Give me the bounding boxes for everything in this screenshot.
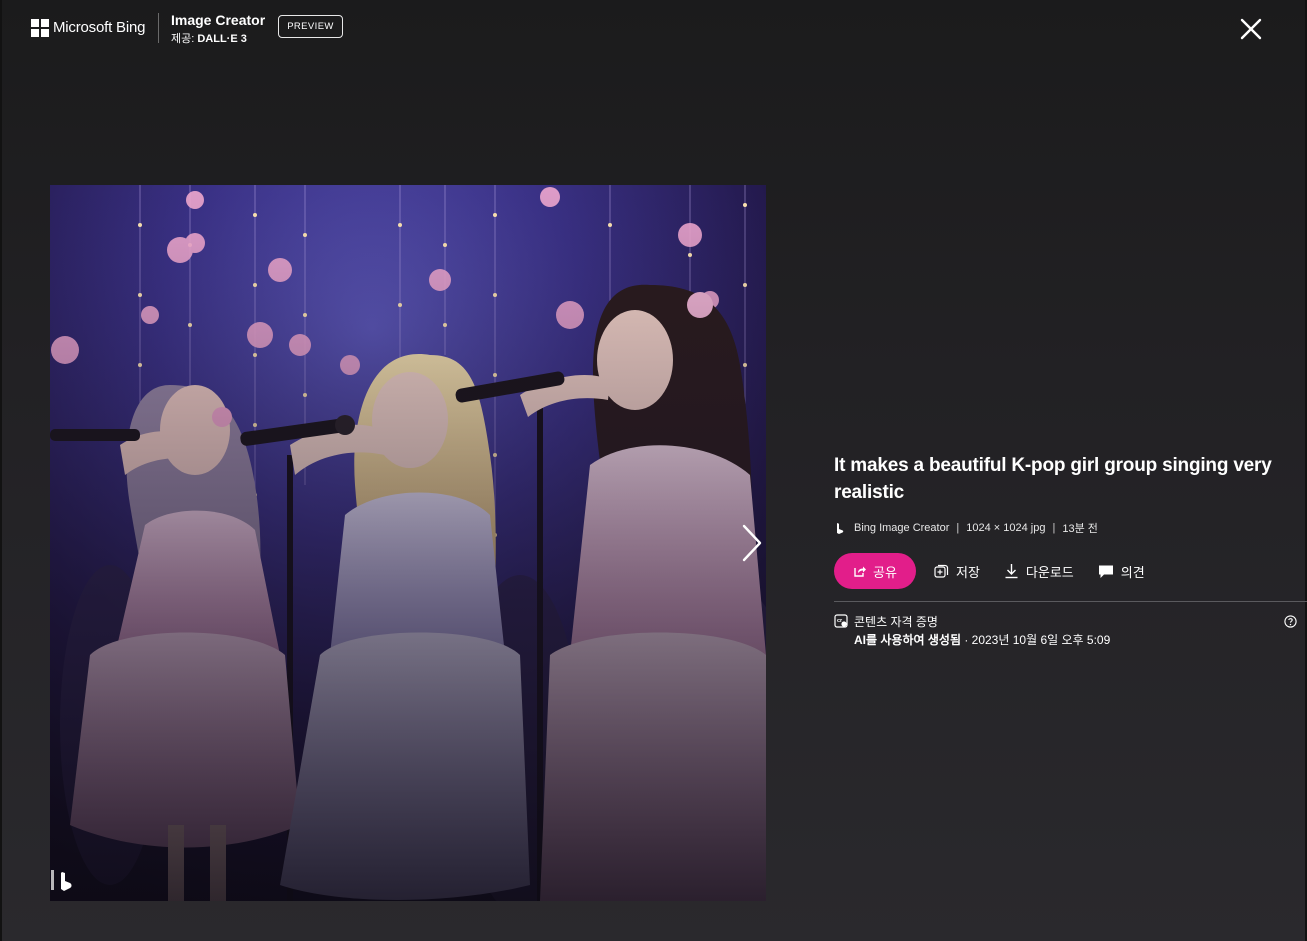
- chevron-right-icon: [742, 524, 762, 562]
- share-icon: [854, 566, 867, 577]
- image-meta: Bing Image Creator | 1024 × 1024 jpg | 1…: [834, 521, 1098, 535]
- image-dimensions: 1024 × 1024 jpg: [966, 522, 1046, 534]
- help-icon: [1284, 615, 1297, 628]
- meta-separator: |: [956, 522, 960, 534]
- save-button[interactable]: 저장: [934, 562, 980, 581]
- content-credentials-title: 콘텐츠 자격 증명: [854, 615, 938, 629]
- help-button[interactable]: [1284, 615, 1297, 628]
- content-credentials-detail: AI를 사용하여 생성됨 · 2023년 10월 6일 오후 5:09: [854, 631, 1110, 648]
- bing-watermark-icon: [50, 866, 76, 892]
- comment-icon: [1098, 565, 1113, 578]
- image-time-ago: 13분 전: [1062, 523, 1098, 535]
- feedback-button[interactable]: 의견: [1098, 562, 1145, 581]
- microsoft-logo-icon: [31, 19, 49, 37]
- meta-separator: |: [1052, 522, 1056, 534]
- content-credentials-icon: cr: [834, 614, 848, 628]
- share-button[interactable]: 공유: [834, 553, 916, 589]
- image-viewer: Microsoft Bing Image Creator 제공: DALL·E …: [0, 0, 1307, 941]
- action-bar: 공유 저장 다운로드 의견: [834, 553, 1145, 589]
- close-button[interactable]: [1236, 14, 1266, 44]
- save-label: 저장: [956, 564, 980, 580]
- generated-date: · 2023년 10월 6일 오후 5:09: [961, 633, 1111, 647]
- download-button[interactable]: 다운로드: [1004, 562, 1074, 581]
- provider-name: DALL·E 3: [197, 33, 247, 45]
- provider-label: 제공:: [171, 33, 198, 45]
- brand-name[interactable]: Microsoft Bing: [53, 19, 145, 36]
- header: Microsoft Bing Image Creator 제공: DALL·E …: [2, 0, 1307, 58]
- generated-image-illustration: [50, 185, 766, 901]
- image-source[interactable]: Bing Image Creator: [854, 522, 949, 534]
- app-title[interactable]: Image Creator: [171, 12, 265, 28]
- generated-image[interactable]: [50, 185, 766, 901]
- section-divider: [834, 601, 1307, 602]
- download-label: 다운로드: [1025, 564, 1074, 580]
- collection-add-icon: [934, 564, 949, 578]
- download-icon: [1005, 564, 1018, 579]
- provider-line: 제공: DALL·E 3: [171, 30, 247, 46]
- image-title: It makes a beautiful K-pop girl group si…: [834, 455, 1272, 503]
- close-icon: [1240, 18, 1262, 40]
- preview-badge: PREVIEW: [278, 15, 343, 38]
- feedback-label: 의견: [1120, 564, 1145, 580]
- share-label: 공유: [873, 564, 897, 580]
- next-image-button[interactable]: [736, 520, 766, 566]
- bing-icon: [837, 523, 844, 534]
- header-divider: [158, 13, 159, 43]
- generated-by-ai: AI를 사용하여 생성됨: [854, 633, 961, 647]
